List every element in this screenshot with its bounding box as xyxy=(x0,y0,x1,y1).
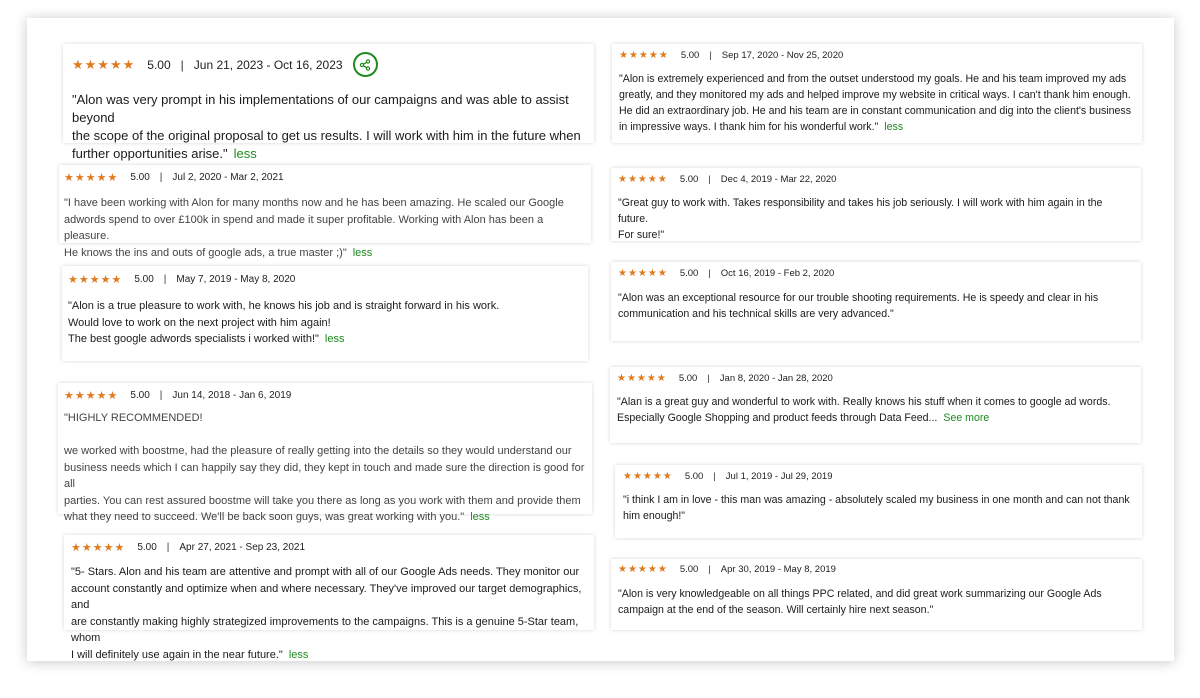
review-meta: ★★★★★ 5.00 | Jul 1, 2019 - Jul 29, 2019 xyxy=(623,471,1134,482)
review-card: ★★★★★ 5.00 | Jul 2, 2020 - Mar 2, 2021 "… xyxy=(59,165,591,259)
review-meta: ★★★★★ 5.00 | Jan 8, 2020 - Jan 28, 2020 xyxy=(617,373,1134,384)
review-text: "Alon is a true pleasure to work with, h… xyxy=(68,300,500,345)
review-card: ★★★★★ 5.00 | Apr 27, 2021 - Sep 23, 2021… xyxy=(64,535,594,661)
rating-score: 5.00 xyxy=(137,542,157,553)
separator: | xyxy=(159,390,163,401)
rating-score: 5.00 xyxy=(679,174,699,185)
date-range: Apr 30, 2019 - May 8, 2019 xyxy=(720,564,836,575)
less-link[interactable]: less xyxy=(353,247,373,259)
review-card: ★★★★★ 5.00 | Jun 14, 2018 - Jan 6, 2019 … xyxy=(58,383,592,523)
review-text: "I have been working with Alon for many … xyxy=(64,197,564,259)
see-more-link[interactable]: See more xyxy=(943,412,989,424)
separator: | xyxy=(166,542,170,553)
rating-stars: ★★★★★ xyxy=(618,564,668,575)
rating-stars: ★★★★★ xyxy=(68,274,123,286)
review-meta: ★★★★★ 5.00 | Jul 2, 2020 - Mar 2, 2021 xyxy=(64,171,586,184)
rating-stars: ★★★★★ xyxy=(619,50,669,61)
rating-stars: ★★★★★ xyxy=(617,373,667,384)
review-text: "5- Stars. Alon and his team are attenti… xyxy=(71,566,582,661)
review-card: ★★★★★ 5.00 | Jan 8, 2020 - Jan 28, 2020 … xyxy=(610,367,1141,443)
less-link[interactable]: less xyxy=(884,121,903,133)
date-range: Oct 16, 2019 - Feb 2, 2020 xyxy=(720,268,835,279)
separator: | xyxy=(707,373,710,384)
less-link[interactable]: less xyxy=(470,511,490,523)
review-card: ★★★★★ 5.00 | Jul 1, 2019 - Jul 29, 2019 … xyxy=(615,465,1142,538)
review-text: "Alon was very prompt in his implementat… xyxy=(72,92,581,161)
review-text: "Alan is a great guy and wonderful to wo… xyxy=(617,396,1111,424)
separator: | xyxy=(709,50,712,61)
rating-score: 5.00 xyxy=(147,57,171,72)
review-text: "Alon is extremely experienced and from … xyxy=(619,73,1131,133)
separator: | xyxy=(708,268,711,279)
review-text: "i think I am in love - this man was ama… xyxy=(623,494,1130,522)
rating-stars: ★★★★★ xyxy=(618,268,668,279)
rating-score: 5.00 xyxy=(130,390,150,401)
review-card: ★★★★★ 5.00 | Jun 21, 2023 - Oct 16, 2023… xyxy=(63,44,594,161)
rating-stars: ★★★★★ xyxy=(64,390,119,402)
separator: | xyxy=(708,564,711,575)
rating-score: 5.00 xyxy=(680,50,700,61)
review-text: "HIGHLY RECOMMENDED! we worked with boos… xyxy=(64,412,585,523)
separator: | xyxy=(180,57,184,72)
rating-stars: ★★★★★ xyxy=(623,471,673,482)
rating-score: 5.00 xyxy=(130,172,150,183)
review-text: "Alon was an exceptional resource for ou… xyxy=(618,292,1099,320)
review-card: ★★★★★ 5.00 | Dec 4, 2019 - Mar 22, 2020 … xyxy=(611,168,1141,241)
rating-score: 5.00 xyxy=(679,564,699,575)
separator: | xyxy=(163,274,167,285)
date-range: Jan 8, 2020 - Jan 28, 2020 xyxy=(719,373,833,384)
rating-score: 5.00 xyxy=(134,274,154,285)
review-card: ★★★★★ 5.00 | May 7, 2019 - May 8, 2020 "… xyxy=(62,266,588,361)
review-card: ★★★★★ 5.00 | Apr 30, 2019 - May 8, 2019 … xyxy=(611,559,1142,630)
review-text: "Great guy to work with. Takes responsib… xyxy=(618,197,1103,241)
review-text: "Alon is very knowledgeable on all thing… xyxy=(618,588,1102,616)
review-meta: ★★★★★ 5.00 | Apr 27, 2021 - Sep 23, 2021 xyxy=(71,541,587,554)
review-meta: ★★★★★ 5.00 | May 7, 2019 - May 8, 2020 xyxy=(68,273,582,286)
rating-score: 5.00 xyxy=(684,471,704,482)
date-range: Jun 21, 2023 - Oct 16, 2023 xyxy=(193,57,343,72)
share-icon[interactable] xyxy=(352,52,378,77)
date-range: Dec 4, 2019 - Mar 22, 2020 xyxy=(720,174,837,185)
rating-stars: ★★★★★ xyxy=(64,172,119,184)
rating-stars: ★★★★★ xyxy=(71,542,126,554)
review-meta: ★★★★★ 5.00 | Jun 21, 2023 - Oct 16, 2023 xyxy=(72,52,585,77)
date-range: Jun 14, 2018 - Jan 6, 2019 xyxy=(172,390,292,401)
review-card: ★★★★★ 5.00 | Oct 16, 2019 - Feb 2, 2020 … xyxy=(611,262,1141,341)
review-meta: ★★★★★ 5.00 | Sep 17, 2020 - Nov 25, 2020 xyxy=(619,50,1135,61)
less-link[interactable]: less xyxy=(325,333,345,345)
rating-score: 5.00 xyxy=(678,373,698,384)
less-link[interactable]: less xyxy=(289,649,309,661)
rating-stars: ★★★★★ xyxy=(618,174,668,185)
review-meta: ★★★★★ 5.00 | Dec 4, 2019 - Mar 22, 2020 xyxy=(618,174,1134,185)
date-range: Sep 17, 2020 - Nov 25, 2020 xyxy=(721,50,844,61)
separator: | xyxy=(159,172,163,183)
review-meta: ★★★★★ 5.00 | Oct 16, 2019 - Feb 2, 2020 xyxy=(618,268,1134,279)
rating-score: 5.00 xyxy=(679,268,699,279)
review-card: ★★★★★ 5.00 | Sep 17, 2020 - Nov 25, 2020… xyxy=(612,44,1142,143)
date-range: Apr 27, 2021 - Sep 23, 2021 xyxy=(179,542,306,553)
date-range: Jul 1, 2019 - Jul 29, 2019 xyxy=(725,471,833,482)
review-meta: ★★★★★ 5.00 | Jun 14, 2018 - Jan 6, 2019 xyxy=(64,389,586,402)
rating-stars: ★★★★★ xyxy=(72,56,136,72)
date-range: May 7, 2019 - May 8, 2020 xyxy=(176,274,296,285)
separator: | xyxy=(708,174,711,185)
separator: | xyxy=(713,471,716,482)
date-range: Jul 2, 2020 - Mar 2, 2021 xyxy=(172,172,284,183)
review-meta: ★★★★★ 5.00 | Apr 30, 2019 - May 8, 2019 xyxy=(618,564,1135,575)
less-link[interactable]: less xyxy=(234,146,257,161)
